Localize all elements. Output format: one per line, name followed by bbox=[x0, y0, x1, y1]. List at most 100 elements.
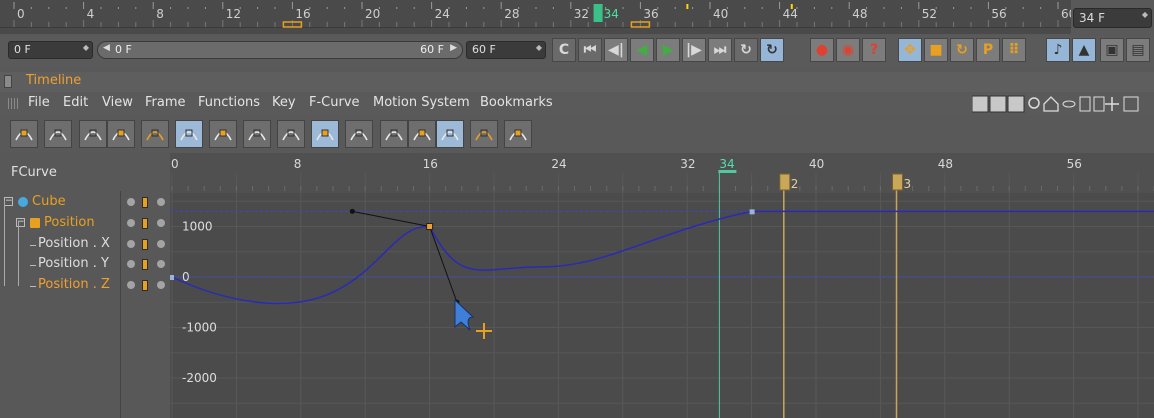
prev-key-icon[interactable]: ◀| bbox=[604, 38, 628, 62]
tree-item-label[interactable]: Position . X bbox=[38, 236, 110, 251]
tree-item-label[interactable]: Position bbox=[44, 215, 95, 230]
render-icon[interactable]: ♪ bbox=[1046, 38, 1070, 62]
tree-row[interactable]: − Position bbox=[0, 214, 170, 234]
play-reverse-icon[interactable]: ◀ bbox=[630, 38, 654, 62]
next-key-icon[interactable]: |▶ bbox=[682, 38, 706, 62]
sound-icon[interactable]: ⠿ bbox=[1002, 38, 1026, 62]
render-view-icon[interactable]: ▲ bbox=[1072, 38, 1096, 62]
step-icon[interactable] bbox=[408, 120, 436, 148]
key-mode-icon[interactable] bbox=[971, 95, 989, 113]
current-frame-field[interactable]: 34 F ◆ bbox=[1073, 8, 1152, 28]
tree-row[interactable]: Position . Z bbox=[0, 276, 170, 296]
spinner-icon[interactable]: ◆ bbox=[83, 43, 89, 52]
film-icon[interactable] bbox=[311, 120, 339, 148]
dope-view-icon[interactable] bbox=[107, 120, 135, 148]
camera-key-icon[interactable] bbox=[277, 120, 305, 148]
curve-view-icon[interactable] bbox=[79, 120, 107, 148]
frame-ruler[interactable]: 0481216202428323640444852566034 bbox=[0, 0, 1076, 34]
rotate-key-icon[interactable]: ■ bbox=[924, 38, 948, 62]
arc-icon[interactable] bbox=[243, 120, 271, 148]
param-key-icon[interactable]: ↻ bbox=[950, 38, 974, 62]
marker-flag[interactable] bbox=[892, 173, 903, 191]
key-mode-icon[interactable] bbox=[141, 120, 169, 148]
move-view-icon[interactable] bbox=[1105, 97, 1119, 111]
grid-key-icon[interactable]: P bbox=[976, 38, 1000, 62]
frame-all-icon[interactable] bbox=[1062, 100, 1076, 108]
delete-key-icon[interactable] bbox=[470, 120, 498, 148]
split-icon[interactable] bbox=[345, 120, 373, 148]
tree-row[interactable]: Position . Y bbox=[0, 255, 170, 275]
key[interactable] bbox=[170, 275, 174, 280]
expand-icon[interactable]: − bbox=[4, 197, 13, 206]
solo-dot-icon[interactable] bbox=[157, 281, 165, 289]
timing-2x-icon[interactable] bbox=[504, 120, 532, 148]
spinner-icon[interactable]: ◆ bbox=[536, 43, 542, 52]
key[interactable] bbox=[749, 209, 755, 215]
layer-color-icon[interactable] bbox=[142, 197, 148, 208]
menu-bookmarks[interactable]: Bookmarks bbox=[480, 95, 553, 110]
linear-icon[interactable] bbox=[380, 120, 408, 148]
goto-start-icon[interactable]: ⏮ bbox=[578, 38, 602, 62]
frame-selected-icon[interactable] bbox=[1079, 96, 1091, 112]
fcurve-graph-canvas[interactable]: 0 8 16 24 32 40 48 5610000-1000-20002 334 bbox=[170, 153, 1154, 418]
start-frame-field[interactable]: 0 F ◆ bbox=[8, 41, 93, 59]
play-forward-icon[interactable]: ▶ bbox=[656, 38, 680, 62]
menu-edit[interactable]: Edit bbox=[63, 95, 88, 110]
layer-color-icon[interactable] bbox=[142, 259, 148, 270]
select-frame-icon[interactable] bbox=[44, 120, 72, 148]
search-icon[interactable] bbox=[1028, 97, 1040, 109]
menu-functions[interactable]: Functions bbox=[198, 95, 260, 110]
fcurve-graph[interactable]: 0 8 16 24 32 40 48 56 1000 0 -1000 -2000 2 3 34 bbox=[170, 153, 1154, 418]
goto-end-icon[interactable]: ⏭ bbox=[708, 38, 732, 62]
home-icon[interactable] bbox=[1043, 96, 1059, 112]
autokey-icon[interactable]: ● bbox=[810, 38, 834, 62]
move-key-icon[interactable]: ? bbox=[862, 38, 886, 62]
tree-item-label[interactable]: Position . Z bbox=[38, 277, 110, 292]
range-slider[interactable]: ◀ 0 F 60 F ▶ bbox=[97, 41, 463, 59]
menu-motion-system[interactable]: Motion System bbox=[373, 95, 470, 110]
solo-dot-icon[interactable] bbox=[157, 260, 165, 268]
menu-frame[interactable]: Frame bbox=[145, 95, 186, 110]
snap-magnet-icon[interactable] bbox=[175, 120, 203, 148]
tree-item-label[interactable]: Position . Y bbox=[38, 256, 109, 271]
help-icon[interactable]: ◉ bbox=[836, 38, 860, 62]
end-frame-field[interactable]: 60 F ◆ bbox=[466, 41, 546, 59]
visibility-dot-icon[interactable] bbox=[127, 260, 135, 268]
key-selected[interactable] bbox=[426, 223, 434, 230]
panel-grip-icon[interactable] bbox=[4, 75, 12, 88]
spinner-icon[interactable]: ◆ bbox=[1142, 10, 1148, 19]
solo-dot-icon[interactable] bbox=[157, 219, 165, 227]
layer-mode-icon[interactable] bbox=[1007, 95, 1025, 113]
tangent-point[interactable] bbox=[349, 208, 355, 214]
playhead-handle[interactable] bbox=[593, 4, 603, 22]
range-left-arrow-icon[interactable]: ◀ bbox=[103, 43, 110, 53]
transport-icon[interactable]: ▤ bbox=[1126, 38, 1150, 62]
solo-dot-icon[interactable] bbox=[157, 240, 165, 248]
settings-icon[interactable]: ▣ bbox=[1100, 38, 1124, 62]
layer-color-icon[interactable] bbox=[142, 218, 148, 229]
menu-view[interactable]: View bbox=[102, 95, 133, 110]
layer-color-icon[interactable] bbox=[142, 280, 148, 291]
tree-item-label[interactable]: Cube bbox=[32, 194, 66, 209]
marker-flag[interactable] bbox=[779, 173, 791, 191]
loop-icon[interactable]: ↻ bbox=[734, 38, 758, 62]
cycle-icon[interactable]: C bbox=[552, 38, 576, 62]
visibility-dot-icon[interactable] bbox=[127, 219, 135, 227]
curve-mode-icon[interactable] bbox=[989, 95, 1007, 113]
tangent-icon[interactable] bbox=[209, 120, 237, 148]
tree-row[interactable]: − Cube bbox=[0, 193, 170, 213]
visibility-dot-icon[interactable] bbox=[127, 240, 135, 248]
menu-key[interactable]: Key bbox=[272, 95, 296, 110]
loop-active-icon[interactable]: ↻ bbox=[760, 38, 784, 62]
visibility-dot-icon[interactable] bbox=[127, 198, 135, 206]
menu-file[interactable]: File bbox=[28, 95, 50, 110]
new-view-icon[interactable] bbox=[1093, 96, 1105, 112]
layer-color-icon[interactable] bbox=[142, 239, 148, 250]
menu-f-curve[interactable]: F-Curve bbox=[309, 95, 360, 110]
solo-dot-icon[interactable] bbox=[157, 198, 165, 206]
pin-icon[interactable] bbox=[10, 120, 38, 148]
visibility-dot-icon[interactable] bbox=[127, 281, 135, 289]
tree-row[interactable]: Position . X bbox=[0, 235, 170, 255]
maximize-icon[interactable] bbox=[1123, 96, 1139, 112]
scale-key-icon[interactable]: ✥ bbox=[898, 38, 922, 62]
